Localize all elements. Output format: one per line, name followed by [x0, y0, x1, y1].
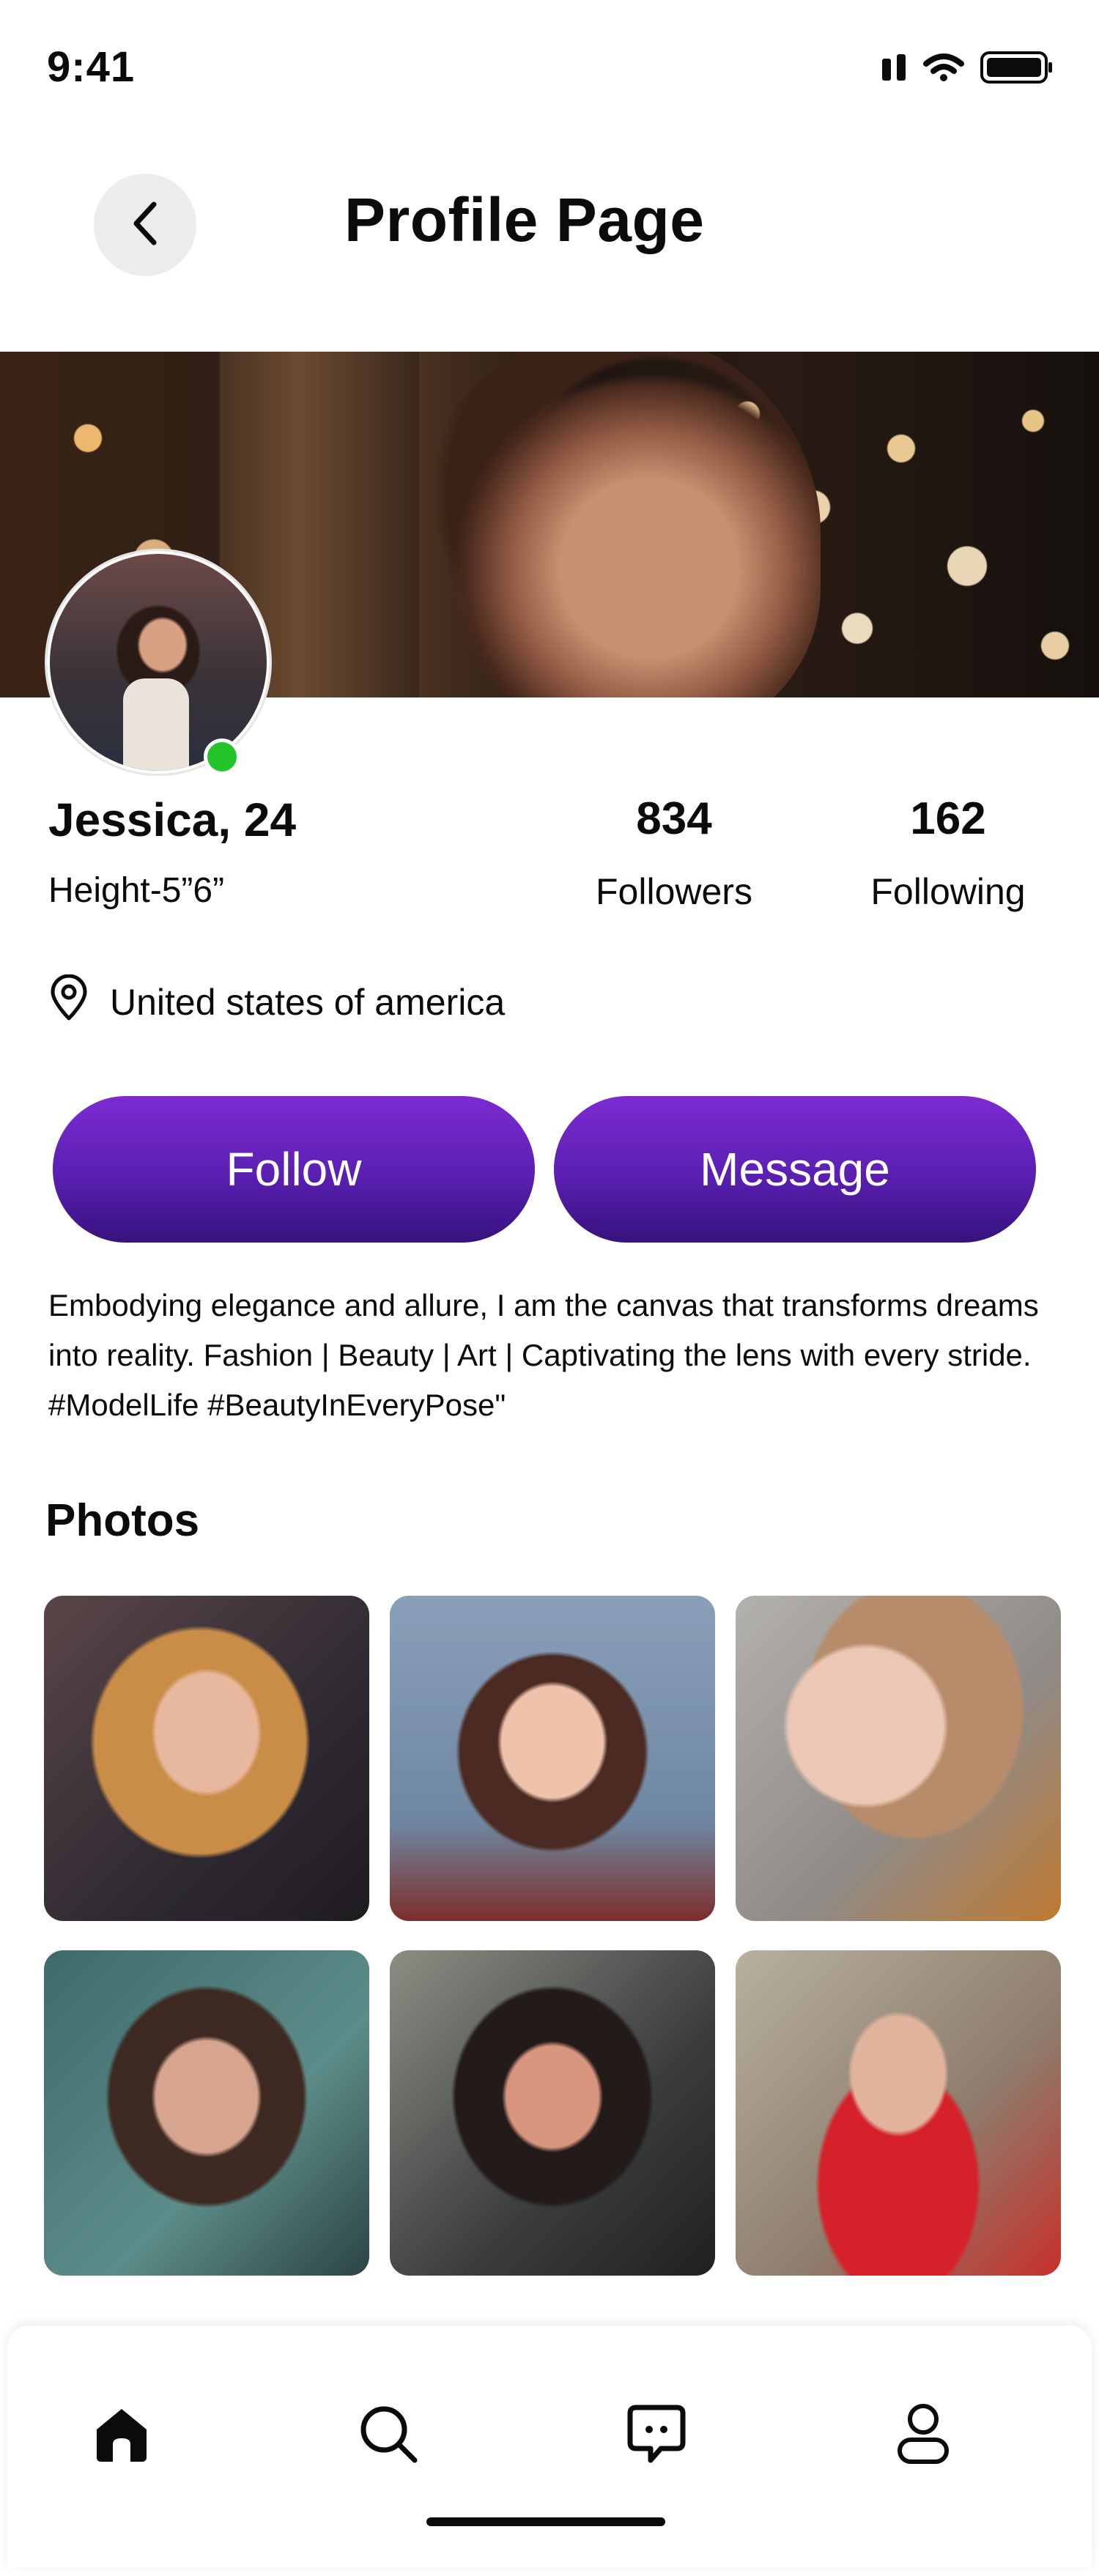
followers-count[interactable]: 834	[601, 793, 747, 845]
photo-thumbnail[interactable]	[736, 1950, 1061, 2276]
wifi-icon	[923, 53, 964, 85]
photo-thumbnail[interactable]	[736, 1596, 1061, 1921]
nav-messages[interactable]	[620, 2399, 693, 2472]
nav-search[interactable]	[352, 2399, 425, 2472]
message-button[interactable]: Message	[554, 1096, 1036, 1243]
location: United states of america	[48, 974, 505, 1030]
page-title: Profile Page	[344, 185, 705, 254]
cover-face	[440, 359, 821, 697]
chevron-left-icon	[130, 200, 160, 251]
following-count[interactable]: 162	[875, 793, 1021, 845]
followers-label[interactable]: Followers	[571, 870, 777, 913]
battery-icon	[980, 51, 1054, 87]
photo-thumbnail[interactable]	[44, 1596, 369, 1921]
nav-profile[interactable]	[887, 2399, 960, 2472]
photo-thumbnail[interactable]	[390, 1950, 715, 2276]
location-pin-icon	[48, 974, 89, 1030]
photo-thumbnail[interactable]	[390, 1596, 715, 1921]
chat-icon	[623, 2403, 690, 2468]
back-button[interactable]	[94, 174, 196, 276]
search-icon	[358, 2403, 419, 2468]
home-icon	[91, 2403, 152, 2468]
status-icons	[882, 51, 1054, 87]
location-text: United states of america	[110, 982, 506, 1023]
signal-icon	[882, 54, 907, 84]
bottom-nav	[7, 2325, 1092, 2567]
avatar[interactable]	[47, 551, 270, 774]
avatar-shirt	[123, 678, 189, 771]
photo-thumbnail[interactable]	[44, 1950, 369, 2276]
following-label[interactable]: Following	[845, 870, 1051, 913]
profile-height: Height-5”6”	[48, 871, 225, 910]
status-time: 9:41	[47, 43, 136, 91]
profile-name: Jessica, 24	[48, 793, 297, 846]
home-indicator[interactable]	[426, 2517, 665, 2526]
photos-title: Photos	[45, 1495, 200, 1546]
profile-bio: Embodying elegance and allure, I am the …	[48, 1288, 1039, 1422]
profile-icon	[892, 2402, 954, 2470]
online-status-dot	[204, 739, 240, 775]
follow-button[interactable]: Follow	[53, 1096, 535, 1243]
nav-home[interactable]	[85, 2399, 158, 2472]
